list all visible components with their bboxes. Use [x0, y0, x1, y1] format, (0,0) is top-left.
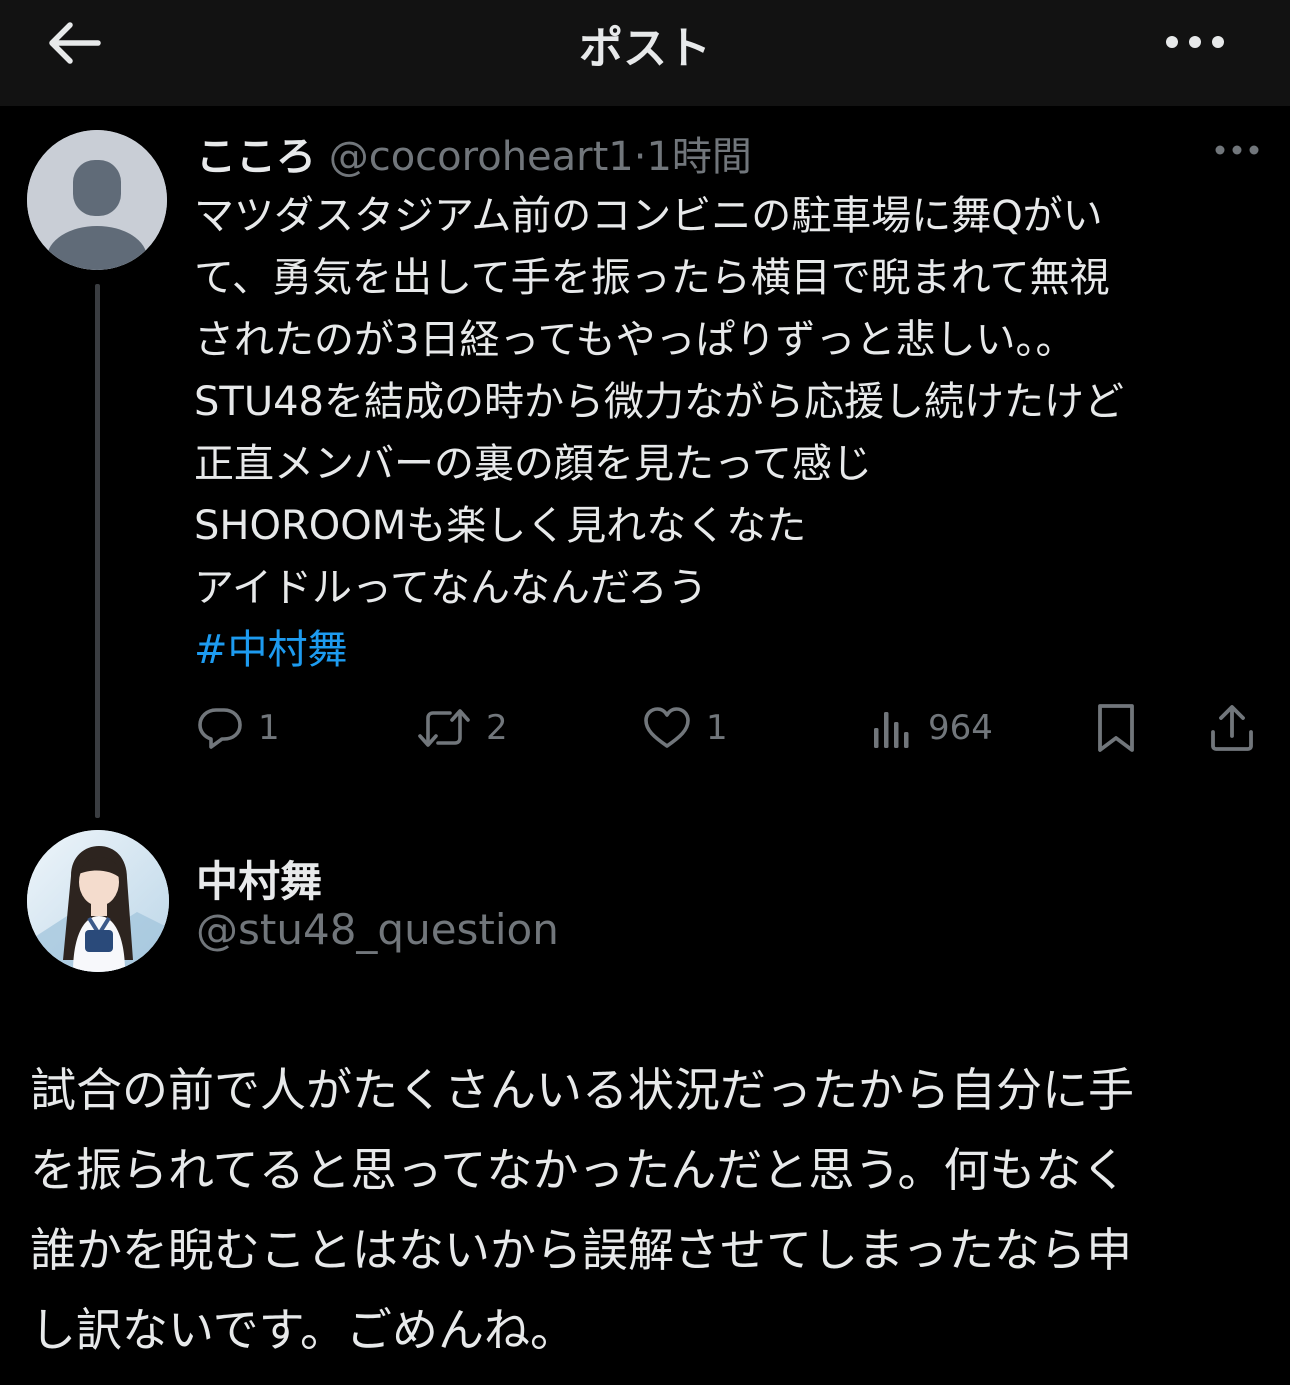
post-text-line: て、勇気を出して手を振ったら横目で睨まれて無視 — [194, 255, 1110, 301]
like-count: 1 — [706, 708, 728, 748]
page-title: ポスト — [579, 23, 711, 74]
repost-icon — [418, 709, 470, 747]
analytics-bar-icon — [874, 712, 909, 748]
more-horizontal-icon — [1215, 145, 1259, 155]
post-text: マツダスタジアム前のコンビニの駐車場に舞Qがい て、勇気を出して手を振ったら横目… — [194, 185, 1274, 681]
more-horizontal-icon — [1166, 36, 1224, 48]
heart-icon — [644, 707, 690, 748]
post-text-line: マツダスタジアム前のコンビニの駐車場に舞Qがい — [194, 193, 1103, 239]
reply-author-handle[interactable]: @stu48_question — [196, 905, 559, 954]
reply-text-line: 誰かを睨むことはないから誤解させてしまったなら申 — [30, 1223, 1133, 1277]
post-text-line: アイドルってなんなんだろう — [194, 565, 708, 611]
repost-button[interactable]: 2 — [416, 700, 508, 756]
post-author-row: こころ @cocoroheart1·1時間 — [196, 124, 752, 182]
post-text-line: 正直メンバーの裏の顔を見たって感じ — [194, 441, 872, 487]
post-timestamp[interactable]: 1時間 — [646, 134, 751, 180]
top-nav-bar: ポスト — [0, 0, 1290, 106]
post-text-line: されたのが3日経ってもやっぱりずっと悲しい。。 — [194, 317, 1076, 363]
reply-count: 1 — [258, 708, 280, 748]
reply-icon — [198, 708, 242, 749]
reply-text-line: し訳ないです。ごめんね。 — [30, 1303, 577, 1357]
views-button[interactable]: 964 — [870, 700, 993, 756]
reply-text: 試合の前で人がたくさんいる状況だったから自分に手 を振られてると思ってなかったん… — [30, 1050, 1270, 1370]
bookmark-icon — [1098, 704, 1134, 752]
share-button[interactable] — [1208, 700, 1256, 756]
avatar[interactable] — [27, 830, 169, 972]
reply-author-display-name[interactable]: 中村舞 — [196, 848, 322, 909]
reply-button[interactable]: 1 — [196, 700, 280, 756]
avatar[interactable] — [27, 130, 167, 270]
post-text-line: STU48を結成の時から微力ながら応援し続けたけど — [194, 379, 1124, 425]
post-action-bar: 1 2 1 964 — [0, 700, 1290, 760]
reply-text-line: 試合の前で人がたくさんいる状況だったから自分に手 — [30, 1063, 1134, 1117]
author-display-name[interactable]: こころ — [196, 134, 316, 180]
like-button[interactable]: 1 — [642, 700, 728, 756]
share-icon — [1211, 705, 1253, 751]
repost-count: 2 — [486, 708, 508, 748]
hashtag-link[interactable]: #中村舞 — [194, 619, 1274, 681]
views-count: 964 — [928, 708, 993, 748]
post-text-line: SHOROOMも楽しく見れなくなた — [194, 503, 807, 549]
default-user-icon — [27, 130, 167, 270]
profile-photo — [27, 830, 169, 972]
more-options-button[interactable] — [1158, 22, 1234, 62]
bookmark-button[interactable] — [1094, 700, 1138, 756]
post-more-button[interactable] — [1212, 138, 1262, 162]
meta-separator: · — [633, 134, 647, 180]
author-handle[interactable]: @cocoroheart1 — [329, 134, 634, 180]
reply-text-line: を振られてると思ってなかったんだと思う。何もなく — [30, 1143, 1128, 1197]
